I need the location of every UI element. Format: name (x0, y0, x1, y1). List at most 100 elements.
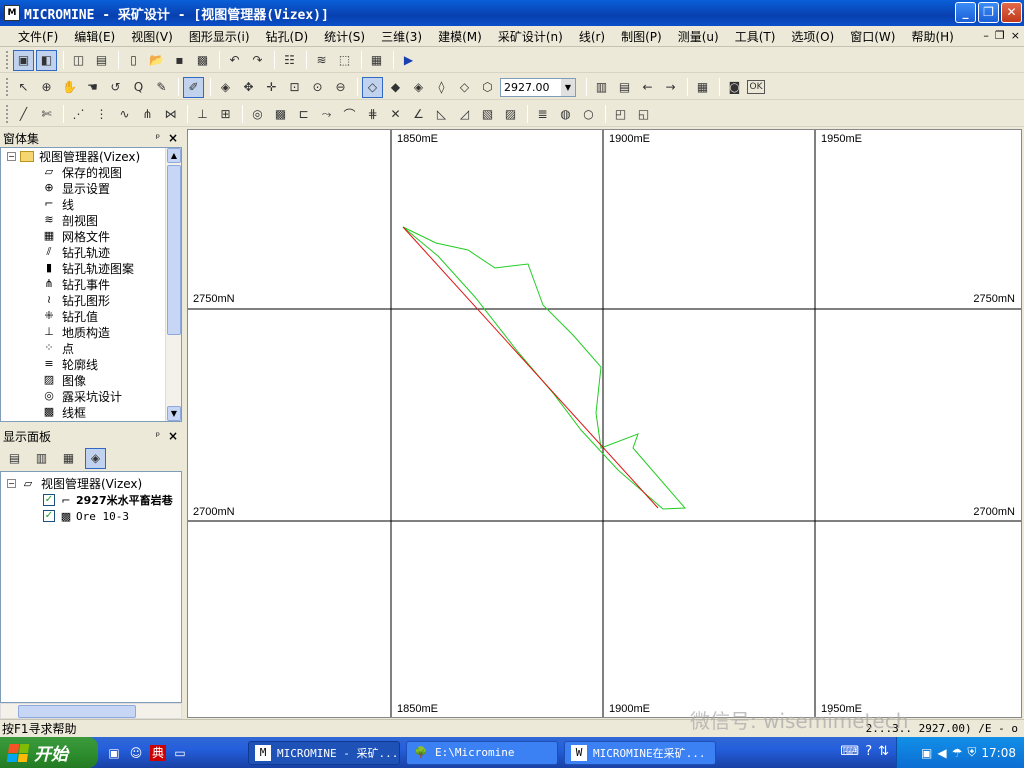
view-south-icon[interactable]: ◊ (431, 77, 452, 98)
tree-item[interactable]: ⫽ 钻孔轨迹 (1, 244, 181, 260)
stack-back-icon[interactable]: ▥ (591, 77, 612, 98)
menu-modelling[interactable]: 建模(M) (430, 28, 490, 45)
menu-stats[interactable]: 统计(S) (316, 28, 373, 45)
tree-item[interactable]: ≀ 钻孔图形 (1, 292, 181, 308)
menu-3d[interactable]: 三维(3) (373, 28, 430, 45)
snap-icon[interactable]: ⋰ (68, 104, 89, 125)
layer-item-tunnel[interactable]: ✓ ⌐ 2927米水平畜岩巷 (1, 492, 181, 508)
task-explorer[interactable]: 🌳 E:\Micromine (406, 740, 558, 765)
title-bar[interactable]: M MICROMINE - 采矿设计 - [视图管理器(Vizex)] _ ❐ … (0, 0, 1024, 26)
quicklaunch-desktop-icon[interactable]: ▭ (172, 745, 188, 761)
elevation-combo[interactable]: 2927.00 ▼ (500, 77, 576, 97)
pin-icon[interactable]: ᵖ (156, 431, 160, 442)
menu-edit[interactable]: 编辑(E) (66, 28, 123, 45)
close-icon[interactable]: × (168, 429, 178, 443)
cross-icon[interactable]: ✕ (385, 104, 406, 125)
mdi-close-button[interactable]: × (1011, 29, 1020, 42)
tree-item[interactable]: ▦ 网格文件 (1, 228, 181, 244)
toolbar-grip[interactable] (6, 51, 9, 69)
zoom-in-icon[interactable]: ⊙ (307, 77, 328, 98)
save-icon[interactable]: ▪ (169, 50, 190, 71)
windows-icon[interactable]: ▣ (13, 49, 34, 71)
digitize-icon[interactable]: ✐ (183, 76, 204, 98)
draw-line-icon[interactable]: ╱ (13, 104, 34, 125)
merge-icon[interactable]: ⋈ (160, 104, 181, 125)
measure-icon[interactable]: ⊥ (192, 104, 213, 125)
layer-props-icon[interactable]: ◈ (85, 447, 106, 469)
menu-graphics[interactable]: 图形显示(i) (181, 28, 258, 45)
tree-item[interactable]: ⌐ 线 (1, 196, 181, 212)
menu-tools[interactable]: 工具(T) (727, 28, 784, 45)
menu-survey[interactable]: 测量(u) (670, 28, 727, 45)
display-icon[interactable]: ◧ (36, 49, 57, 71)
extend-icon[interactable]: ⤳ (316, 104, 337, 125)
task-word[interactable]: W MICROMINE在采矿... (564, 740, 716, 765)
zoom-icon[interactable]: ⊕ (36, 77, 57, 98)
plot-icon[interactable]: ◰ (610, 104, 631, 125)
menu-help[interactable]: 帮助(H) (903, 28, 961, 45)
layer-item-ore[interactable]: ✓ ▩ Ore 10-3 (1, 508, 181, 524)
sort-za-icon[interactable]: ▦ (58, 448, 79, 469)
disk-icon[interactable]: ◍ (555, 104, 576, 125)
close-icon[interactable]: × (168, 131, 178, 145)
rotate-icon[interactable]: ↺ (105, 77, 126, 98)
collapse-icon[interactable]: − (7, 479, 16, 488)
open-project-icon[interactable]: ◫ (68, 50, 89, 71)
menu-file[interactable]: 文件(F) (10, 28, 66, 45)
tree-item[interactable]: ⁘ 点 (1, 340, 181, 356)
cube-icon[interactable]: ⬚ (334, 50, 355, 71)
tree-item[interactable]: ◎ 露采坑设计 (1, 388, 181, 404)
grid-icon[interactable]: ▦ (692, 77, 713, 98)
task-micromine[interactable]: M MICROMINE - 采矿... (248, 740, 400, 765)
monitor-icon[interactable]: ▣ (921, 746, 932, 760)
quicklaunch-face-icon[interactable]: ☺ (128, 745, 144, 761)
table-icon[interactable]: ▦ (366, 50, 387, 71)
ring-icon[interactable]: ◎ (247, 104, 268, 125)
arrow-right-icon[interactable]: → (660, 77, 681, 98)
join-icon[interactable]: ⋕ (362, 104, 383, 125)
snap-points-icon[interactable]: ⋮ (91, 104, 112, 125)
sort-icon[interactable]: ▤ (4, 448, 25, 469)
zoom-window-icon[interactable]: ⊡ (284, 77, 305, 98)
run-icon[interactable]: ▶ (398, 50, 419, 71)
pan-icon[interactable]: ✋ (59, 77, 80, 98)
start-button[interactable]: 开始 (0, 737, 98, 768)
view-north-icon[interactable]: ◆ (385, 77, 406, 98)
offset-icon[interactable]: ⊏ (293, 104, 314, 125)
angle-icon[interactable]: ∠ (408, 104, 429, 125)
erase-icon[interactable]: ◱ (633, 104, 654, 125)
menu-options[interactable]: 选项(O) (783, 28, 842, 45)
close-button[interactable]: ✕ (1001, 2, 1022, 23)
new-file-icon[interactable]: ▯ (123, 50, 144, 71)
mdi-restore-button[interactable]: ❐ (995, 29, 1005, 42)
restore-button[interactable]: ❐ (978, 2, 999, 23)
block-icon[interactable]: ▨ (500, 104, 521, 125)
layer-checkbox[interactable]: ✓ (43, 510, 55, 522)
tree-item[interactable]: ▮ 钻孔轨迹图案 (1, 260, 181, 276)
display-hscrollbar[interactable] (0, 703, 182, 719)
umbrella-icon[interactable]: ☂ (952, 746, 963, 760)
layers-stack-icon[interactable]: ≣ (532, 104, 553, 125)
tree-item[interactable]: ⊕ 显示设置 (1, 180, 181, 196)
move-icon[interactable]: ✛ (261, 77, 282, 98)
zoom-out-icon[interactable]: ⊖ (330, 77, 351, 98)
shield-icon[interactable]: ⛨ (967, 745, 976, 760)
save-all-icon[interactable]: ▩ (192, 50, 213, 71)
help-icon[interactable]: ? (865, 744, 872, 759)
triangle-icon[interactable]: ◿ (454, 104, 475, 125)
tools-icon[interactable]: ✎ (151, 77, 172, 98)
sort-az-icon[interactable]: ▥ (31, 448, 52, 469)
vizex-view[interactable]: 1850mE 1900mE 1950mE 1850mE 1900mE 1950m… (187, 129, 1022, 718)
mdi-minimize-button[interactable]: – (983, 29, 989, 42)
hatch-icon[interactable]: ▧ (477, 104, 498, 125)
quicklaunch-dict-icon[interactable]: 典 (150, 744, 166, 761)
query-icon[interactable]: Q (128, 77, 149, 98)
chevron-down-icon[interactable]: ▼ (561, 78, 575, 96)
tree-item[interactable]: ≋ 剖视图 (1, 212, 181, 228)
display-root[interactable]: − ▱ 视图管理器(Vizex) (1, 475, 181, 492)
stack-forward-icon[interactable]: ▤ (614, 77, 635, 98)
tree-item[interactable]: ▨ 图像 (1, 372, 181, 388)
menu-view[interactable]: 视图(V) (123, 28, 181, 45)
scroll-down-icon[interactable]: ▼ (167, 406, 181, 421)
view-3d-icon[interactable]: ⬡ (477, 77, 498, 98)
